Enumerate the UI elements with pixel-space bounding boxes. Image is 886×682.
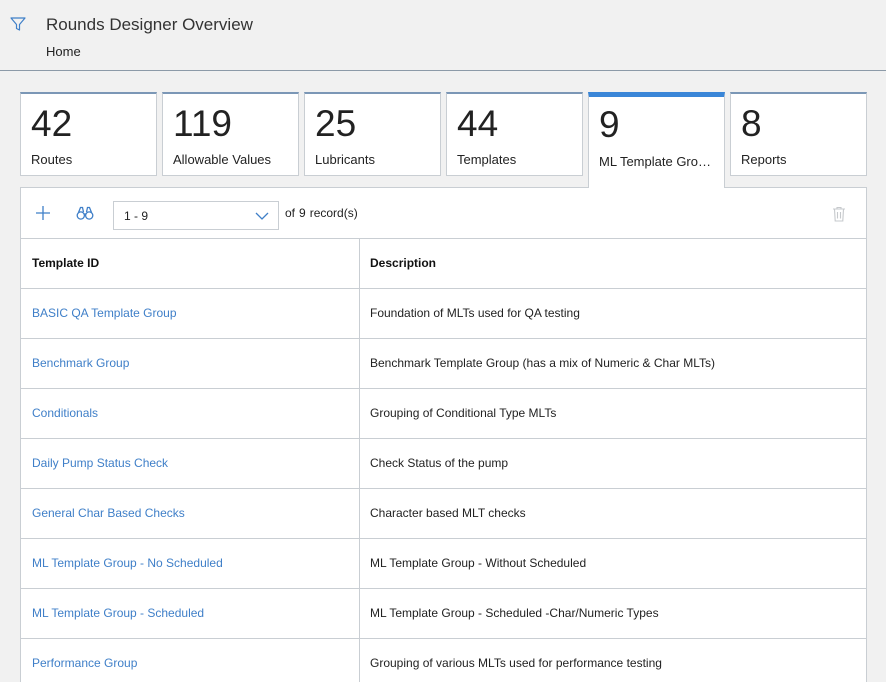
table-row: BASIC QA Template Group Foundation of ML… [21,289,866,339]
page-header: Rounds Designer Overview Home [0,0,886,71]
column-header-template-id[interactable]: Template ID [21,239,360,289]
record-of-label: of [285,206,296,220]
template-id-cell: BASIC QA Template Group [21,289,360,339]
trash-icon[interactable] [832,206,846,222]
tile-lubricants[interactable]: 25 Lubricants [304,92,441,176]
tile-label: ML Template Grou... [599,154,716,169]
tile-count: 44 [457,103,499,144]
page-range-value: 1 - 9 [124,209,149,223]
template-id-cell: ML Template Group - No Scheduled [21,539,360,589]
tile-label: Allowable Values [173,152,272,167]
plus-icon[interactable] [35,205,51,221]
tile-count: 42 [31,103,73,144]
description-cell: Benchmark Template Group (has a mix of N… [370,356,716,370]
table-row: Daily Pump Status Check Check Status of … [21,439,866,489]
description-cell: ML Template Group - Without Scheduled [370,556,587,570]
grid-toolbar: 1 - 9 of 9 record(s) [21,188,866,239]
page-range-select[interactable]: 1 - 9 [113,201,279,230]
tile-label: Templates [457,152,517,167]
table-row: ML Template Group - Scheduled ML Templat… [21,589,866,639]
tile-label: Reports [741,152,787,167]
template-id-link[interactable]: Performance Group [32,656,137,670]
summary-tiles: 42 Routes 119 Allowable Values 25 Lubric… [20,92,867,188]
table-row: ML Template Group - No Scheduled ML Temp… [21,539,866,589]
description-cell: ML Template Group - Scheduled -Char/Nume… [370,606,659,620]
template-id-cell: ML Template Group - Scheduled [21,589,360,639]
record-label: record(s) [309,206,358,220]
description-cell: Foundation of MLTs used for QA testing [370,306,580,320]
breadcrumb-home[interactable]: Home [46,44,81,59]
description-cell: Check Status of the pump [370,456,509,470]
tile-routes[interactable]: 42 Routes [20,92,157,176]
template-id-link[interactable]: Daily Pump Status Check [32,456,168,470]
record-total: 9 [299,206,306,220]
tile-ml-template-groups[interactable]: 9 ML Template Grou... [588,92,725,188]
template-id-link[interactable]: Benchmark Group [32,356,129,370]
template-id-link[interactable]: BASIC QA Template Group [32,306,177,320]
filter-icon[interactable] [9,15,27,33]
template-id-cell: Daily Pump Status Check [21,439,360,489]
template-id-link[interactable]: ML Template Group - No Scheduled [32,556,223,570]
template-id-cell: General Char Based Checks [21,489,360,539]
tile-label: Lubricants [315,152,375,167]
tile-reports[interactable]: 8 Reports [730,92,867,176]
table-row: Performance Group Grouping of various ML… [21,639,866,682]
template-id-link[interactable]: General Char Based Checks [32,506,185,520]
template-id-cell: Conditionals [21,389,360,439]
records-panel: 1 - 9 of 9 record(s) Template ID Descripti… [20,187,867,682]
grid-header-row: Template ID Description [21,239,866,289]
chevron-down-icon [255,212,269,220]
tile-count: 119 [173,103,232,144]
tile-allowable-values[interactable]: 119 Allowable Values [162,92,299,176]
template-id-link[interactable]: Conditionals [32,406,98,420]
template-id-cell: Benchmark Group [21,339,360,389]
description-cell: Grouping of Conditional Type MLTs [370,406,557,420]
template-id-cell: Performance Group [21,639,360,682]
tile-count: 25 [315,103,357,144]
column-header-description[interactable]: Description [360,239,866,289]
description-cell: Grouping of various MLTs used for perfor… [370,656,662,670]
table-row: General Char Based Checks Character base… [21,489,866,539]
tile-count: 8 [741,103,762,144]
record-count: of 9 record(s) [285,206,362,220]
template-id-link[interactable]: ML Template Group - Scheduled [32,606,204,620]
tile-count: 9 [599,104,620,145]
tile-label: Routes [31,152,73,167]
table-row: Benchmark Group Benchmark Template Group… [21,339,866,389]
page-title: Rounds Designer Overview [46,15,253,34]
binoculars-icon[interactable] [76,205,94,221]
tile-templates[interactable]: 44 Templates [446,92,583,176]
description-cell: Character based MLT checks [370,506,526,520]
templates-grid: Template ID Description BASIC QA Templat… [21,239,866,682]
table-row: Conditionals Grouping of Conditional Typ… [21,389,866,439]
